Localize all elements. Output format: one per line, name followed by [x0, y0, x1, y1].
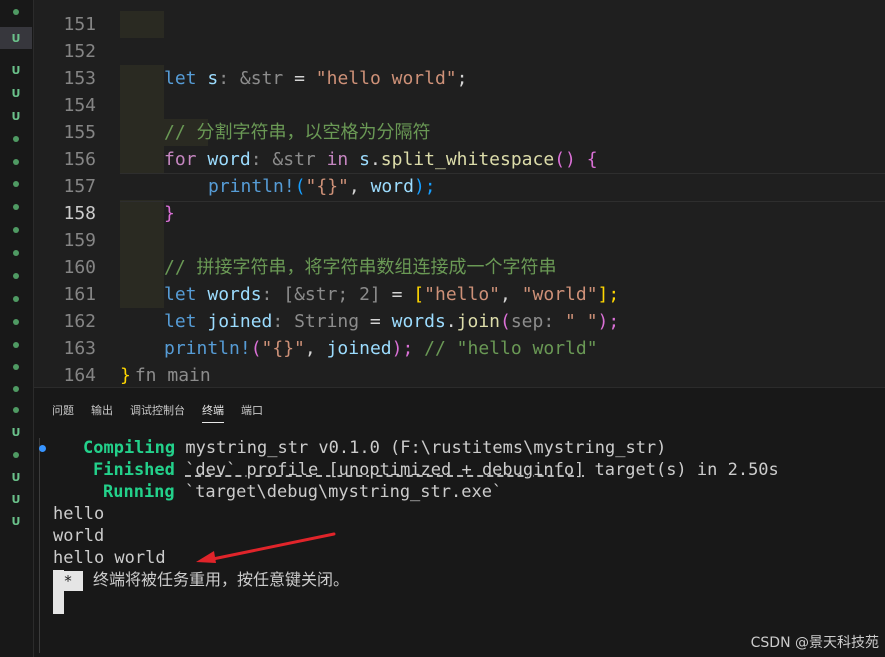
bottom-panel: 问题 输出 调试控制台 终端 端口 Compiling mystring_str…: [34, 387, 885, 657]
code-line: 156 println!("{}", word);: [34, 119, 435, 197]
change-dot-icon: [0, 3, 32, 21]
code-line: 160 let words: [&str; 2] = ["hello", "wo…: [34, 227, 619, 305]
code-line: 162 println!("{}", joined); // "hello wo…: [34, 281, 597, 359]
change-dot-icon: [0, 153, 32, 171]
untracked-marker: U: [0, 27, 32, 49]
code-comment: // 分割字符串，以空格为分隔符: [164, 122, 431, 143]
watermark: CSDN @景天科技苑: [750, 635, 879, 651]
code-line: 163 } fn main: [34, 308, 210, 386]
terminal-line: Finished `dev` profile [unoptimized + de…: [93, 460, 779, 480]
code-line: 155 for word: &str in s.split_whitespace…: [34, 92, 597, 170]
tab-output[interactable]: 输出: [91, 402, 113, 423]
tab-ports[interactable]: 端口: [241, 402, 263, 423]
source-control-gutter: UUUUUUUU: [0, 0, 34, 657]
change-dot-icon: [0, 358, 32, 376]
untracked-marker: U: [11, 86, 21, 100]
change-dot-icon: [0, 221, 32, 239]
tab-terminal[interactable]: 终端: [202, 402, 224, 423]
change-dot-icon: [0, 336, 32, 354]
tab-debug-console[interactable]: 调试控制台: [130, 402, 185, 423]
code-line: 153: [34, 38, 99, 89]
code-line: 152 let s: &str = "hello world";: [34, 11, 467, 89]
untracked-marker: U: [11, 425, 21, 439]
untracked-marker: U: [11, 492, 21, 506]
change-dot-icon: [0, 130, 32, 148]
untracked-marker: U: [11, 514, 21, 528]
code-editor[interactable]: 151 152 let s: &str = "hello world"; 153…: [34, 0, 885, 387]
change-dot-icon: [0, 175, 32, 193]
untracked-marker: U: [11, 109, 21, 123]
tab-problems[interactable]: 问题: [52, 402, 74, 423]
terminal-line: Running `target\debug\mystring_str.exe`: [103, 482, 503, 502]
terminal-line: Compiling mystring_str v0.1.0 (F:\rustit…: [83, 438, 667, 458]
terminal-output-line: hello: [53, 504, 105, 524]
code-comment: // 拼接字符串，将字符串数组连接成一个字符串: [164, 257, 557, 278]
code-line: 164: [34, 335, 99, 386]
command-decoration-icon[interactable]: [39, 445, 46, 452]
code-line: 161 let joined: String = words.join(sep:…: [34, 254, 619, 332]
indent-guide-shade: [120, 65, 164, 173]
red-arrow-annotation: [196, 532, 336, 563]
change-dot-icon: [0, 401, 32, 419]
code-line: 157 }: [34, 146, 174, 224]
indent-guide-shade: [120, 200, 164, 308]
code-line: 159 // 拼接字符串，将字符串数组连接成一个字符串: [34, 200, 556, 278]
vscode-window: UUUUUUUU 151 152 let s: &str = "hello wo…: [0, 0, 885, 657]
change-dot-icon: [0, 290, 32, 308]
untracked-marker: U: [11, 63, 21, 77]
change-dot-icon: [0, 380, 32, 398]
change-dot-icon: [0, 267, 32, 285]
untracked-marker: U: [11, 470, 21, 484]
terminal-output-line: hello world: [53, 548, 166, 568]
change-dot-icon: [0, 313, 32, 331]
change-dot-icon: [0, 244, 32, 262]
indent-guide-shade: [120, 11, 164, 38]
task-reuse-message: 终端将被任务重用，按任意键关闭。: [93, 570, 350, 589]
terminal-output-line: world: [53, 526, 105, 546]
panel-tabs: 问题 输出 调试控制台 终端 端口: [52, 402, 280, 423]
code-line: 158: [34, 173, 99, 224]
change-dot-icon: [0, 446, 32, 464]
task-star-badge: *: [53, 571, 83, 591]
code-line: 154 // 分割字符串，以空格为分隔符: [34, 65, 430, 143]
code-line: 151: [34, 0, 99, 35]
inlay-hint-fn-main: fn main: [134, 365, 211, 386]
line-number: 164: [63, 365, 96, 386]
change-dot-icon: [0, 198, 32, 216]
terminal-decoration-bar: [39, 438, 40, 653]
